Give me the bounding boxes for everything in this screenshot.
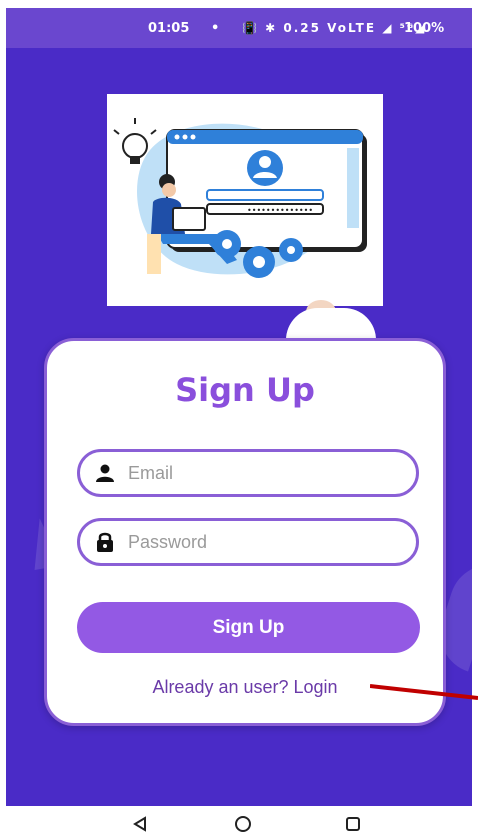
monitor-graphic: ••••••••••••••: [166, 129, 367, 252]
signup-card: Sign Up Sign Up Already an user? Lo: [44, 338, 446, 726]
lock-icon: [94, 531, 116, 553]
signup-illustration: ••••••••••••••: [107, 94, 383, 306]
battery-indicator: 100%: [404, 21, 445, 36]
svg-text:••••••••••••••: ••••••••••••••: [247, 206, 313, 215]
top-strip: [0, 0, 478, 8]
password-field[interactable]: [77, 518, 419, 566]
email-field[interactable]: [77, 449, 419, 497]
signup-title: Sign Up: [175, 371, 315, 409]
annotation-arrow: [370, 684, 478, 700]
home-circle-icon[interactable]: [233, 814, 253, 834]
recent-square-icon[interactable]: [343, 814, 363, 834]
login-illustration-graphic: ••••••••••••••: [113, 118, 367, 278]
status-bar: 01:05 • 📳 ✱ 0.25 VoLTE ◢ ⁵ᴳ◢ 100%: [6, 8, 472, 48]
navigation-bar: [0, 806, 478, 839]
status-dot: •: [211, 21, 220, 36]
back-triangle-icon[interactable]: [130, 814, 150, 834]
status-time: 01:05: [148, 21, 190, 36]
password-input[interactable]: [128, 531, 398, 553]
status-icons: 📳 ✱ 0.25 VoLTE ◢ ⁵ᴳ◢: [242, 21, 427, 35]
person-icon: [94, 462, 116, 484]
signup-button[interactable]: Sign Up: [77, 602, 420, 653]
email-input[interactable]: [128, 462, 398, 484]
background-figure-body: [286, 308, 376, 340]
